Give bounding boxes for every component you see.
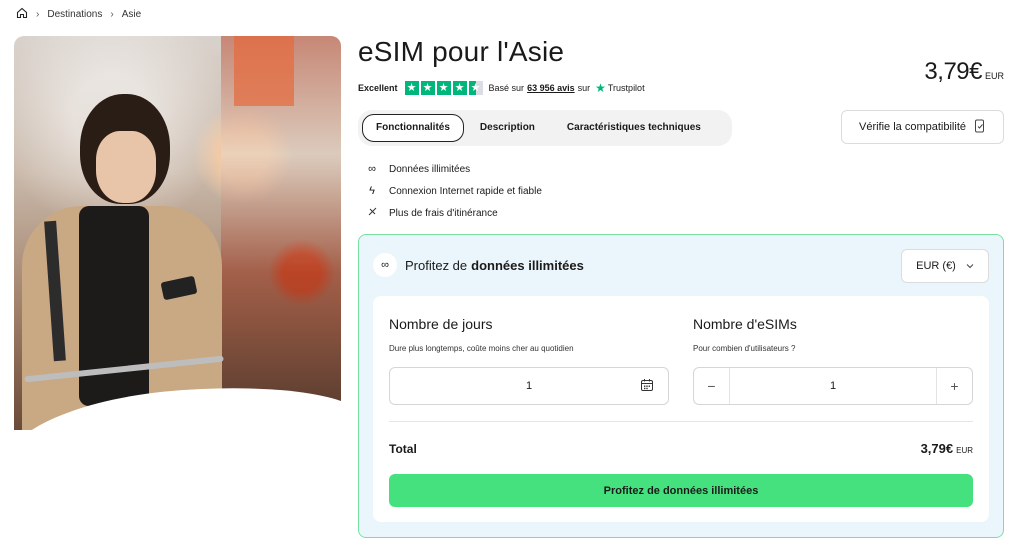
increment-button[interactable]: + [936, 368, 972, 404]
half-star-icon: ★ [468, 81, 483, 95]
feature-item: ∞ Données illimitées [365, 158, 542, 180]
calendar-icon[interactable] [640, 378, 654, 395]
price-value: 3,79€ [924, 58, 982, 85]
phone-check-icon [974, 119, 986, 136]
page-title: eSIM pour l'Asie [358, 36, 565, 67]
product-photo [14, 36, 341, 430]
chevron-right-icon: › [36, 9, 40, 20]
esims-label: Nombre d'eSIMs [693, 316, 797, 332]
star-icon: ★ [452, 81, 467, 95]
currency-select[interactable]: EUR (€) [901, 249, 989, 283]
total-currency: EUR [956, 446, 973, 455]
lightning-icon: ϟ [369, 185, 375, 197]
trustpilot-rating: Excellent ★ ★ ★ ★ ★ Basé sur 63 956 avis… [358, 81, 645, 95]
rating-based-on: Basé sur [488, 83, 525, 93]
trustpilot-star-icon: ★ [595, 81, 606, 95]
product-tabs: Fonctionnalités Description Caractéristi… [358, 110, 732, 146]
decrement-button[interactable]: − [694, 368, 730, 404]
feature-item: Plus de frais d'itinérance [365, 202, 542, 224]
star-icon: ★ [420, 81, 435, 95]
feature-list: ∞ Données illimitées ϟ Connexion Interne… [365, 158, 542, 224]
feature-text: Plus de frais d'itinérance [389, 207, 498, 219]
star-icon: ★ [436, 81, 451, 95]
esims-hint: Pour combien d'utilisateurs ? [693, 344, 796, 353]
rating-on: sur [577, 83, 591, 93]
divider [389, 421, 973, 422]
chevron-right-icon: › [110, 9, 114, 20]
total-value: 3,79€ [920, 441, 954, 456]
days-value: 1 [525, 380, 533, 392]
breadcrumb: › Destinations › Asie [16, 7, 141, 22]
currency-value: EUR (€) [916, 260, 956, 272]
tab-fonctionnalites[interactable]: Fonctionnalités [362, 114, 464, 142]
rating-label: Excellent [358, 83, 398, 93]
buy-unlimited-button[interactable]: Profitez de données illimitées [389, 474, 973, 507]
tab-caracteristiques[interactable]: Caractéristiques techniques [551, 114, 717, 142]
price-currency: EUR [984, 71, 1004, 81]
rating-stars: ★ ★ ★ ★ ★ [404, 81, 483, 95]
plan-config: Nombre de jours Dure plus longtemps, coû… [373, 296, 989, 522]
heading-bold: données illimitées [471, 257, 584, 273]
days-hint: Dure plus longtemps, coûte moins cher au… [389, 344, 574, 353]
product-price: 3,79€ EUR [924, 58, 1004, 86]
compatibility-label: Vérifie la compatibilité [859, 121, 966, 133]
infinity-icon: ∞ [373, 253, 397, 277]
total-label: Total [389, 442, 417, 456]
infinity-icon: ∞ [368, 163, 376, 175]
trustpilot-logo: ★ Trustpilot [595, 81, 644, 95]
feature-text: Connexion Internet rapide et fiable [389, 185, 542, 197]
star-icon: ★ [404, 81, 419, 95]
check-compatibility-button[interactable]: Vérifie la compatibilité [841, 110, 1004, 144]
trustpilot-name: Trustpilot [607, 83, 645, 93]
no-roaming-icon [365, 206, 379, 220]
breadcrumb-asie: Asie [121, 9, 142, 20]
days-input[interactable]: 1 [389, 367, 669, 405]
esims-stepper[interactable]: − 1 + [693, 367, 973, 405]
feature-text: Données illimitées [389, 163, 471, 175]
home-icon[interactable] [16, 7, 28, 22]
esims-value: 1 [829, 380, 837, 392]
total-price: 3,79€ EUR [921, 441, 973, 456]
plan-card: ∞ Profitez de données illimitées EUR (€)… [358, 234, 1004, 538]
feature-item: ϟ Connexion Internet rapide et fiable [365, 180, 542, 202]
heading-prefix: Profitez de [405, 257, 468, 273]
days-label: Nombre de jours [389, 316, 493, 332]
reviews-link[interactable]: 63 956 avis [527, 83, 575, 93]
breadcrumb-destinations[interactable]: Destinations [47, 9, 102, 20]
chevron-down-icon [966, 260, 974, 272]
tab-description[interactable]: Description [464, 114, 551, 142]
plan-card-heading: ∞ Profitez de données illimitées [373, 253, 584, 277]
